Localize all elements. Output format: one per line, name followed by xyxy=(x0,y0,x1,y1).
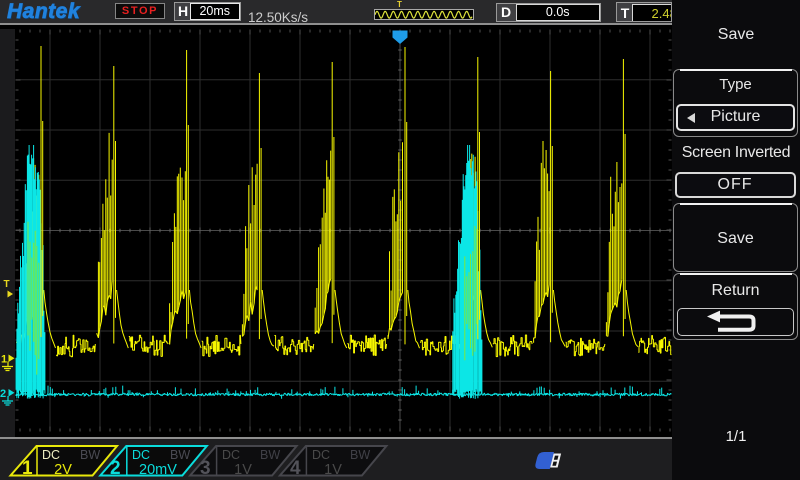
svg-text:T: T xyxy=(4,279,10,290)
svg-text:DC: DC xyxy=(312,448,330,462)
svg-text:2: 2 xyxy=(110,458,121,479)
svg-text:4: 4 xyxy=(290,458,301,479)
svg-text:BW: BW xyxy=(350,448,370,462)
svg-text:DC: DC xyxy=(132,448,150,462)
svg-text:DC: DC xyxy=(222,448,240,462)
svg-text:2V: 2V xyxy=(54,462,72,478)
svg-text:3: 3 xyxy=(200,458,211,479)
svg-text:20mV: 20mV xyxy=(139,462,177,478)
svg-text:BW: BW xyxy=(260,448,280,462)
svg-text:DC: DC xyxy=(42,448,60,462)
svg-text:1: 1 xyxy=(22,458,33,479)
svg-text:1V: 1V xyxy=(234,462,252,478)
svg-text:BW: BW xyxy=(80,448,100,462)
svg-text:1V: 1V xyxy=(324,462,342,478)
svg-text:2: 2 xyxy=(0,388,6,400)
svg-text:BW: BW xyxy=(170,448,190,462)
svg-text:1: 1 xyxy=(1,354,7,366)
